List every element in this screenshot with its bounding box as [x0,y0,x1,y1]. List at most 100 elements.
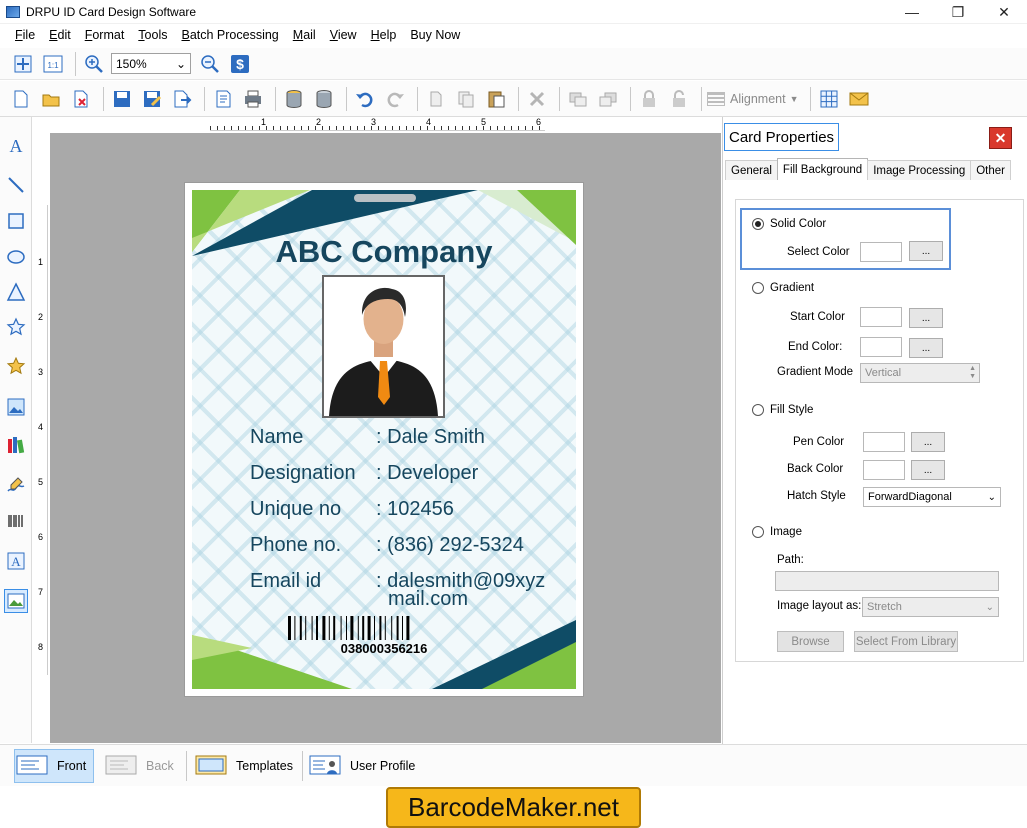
field-row-phone[interactable]: Phone no.: (836) 292-5324 [250,534,524,557]
redo-button[interactable] [382,86,408,112]
barcode-icon [8,515,23,527]
ellipse-tool[interactable] [4,245,28,269]
back-color-swatch[interactable] [863,460,905,480]
barcode-tool[interactable] [4,509,28,533]
company-name[interactable]: ABC Company [192,234,576,270]
print-preview-button[interactable] [210,86,236,112]
field-row-name[interactable]: Name: Dale Smith [250,426,485,449]
image-tool[interactable] [4,395,28,419]
tab-other[interactable]: Other [970,160,1011,180]
database-settings-button[interactable] [311,86,337,112]
barcode-bar [402,616,403,640]
watermark-tool[interactable]: A [4,549,28,573]
email-button[interactable] [846,86,872,112]
select-color-button[interactable]: ... [909,241,943,261]
bring-front-button[interactable] [565,86,591,112]
save-as-button[interactable] [139,86,165,112]
tab-fill-background[interactable]: Fill Background [776,158,869,180]
library-tool[interactable] [4,433,28,457]
zoom-select[interactable]: 150% ⌄ [111,53,191,74]
pen-color-swatch[interactable] [863,432,905,452]
menu-edit[interactable]: Edit [42,28,78,42]
database-button[interactable] [281,86,307,112]
minimize-icon[interactable]: — [889,0,935,24]
field-row-designation[interactable]: Designation: Developer [250,462,478,485]
actual-size-button[interactable]: 1:1 [40,51,66,77]
signature-tool[interactable] [4,473,28,497]
delete-button[interactable] [524,86,550,112]
toolbar-separator [809,86,811,111]
fill-style-radio[interactable] [752,404,764,416]
zoom-out-button[interactable] [197,51,223,77]
triangle-tool[interactable] [4,280,28,304]
restore-icon[interactable]: ❐ [935,0,981,24]
star-tool[interactable] [4,315,28,339]
text-tool[interactable]: A [4,133,28,157]
zoom-in-button[interactable] [81,51,107,77]
buy-button[interactable]: $ [227,51,253,77]
panel-close-button[interactable]: ✕ [989,127,1012,149]
tab-image-processing[interactable]: Image Processing [867,160,972,180]
rectangle-tool[interactable] [4,209,28,233]
select-from-library-button[interactable]: Select From Library [854,631,958,652]
undo-button[interactable] [352,86,378,112]
path-input[interactable] [775,571,999,591]
lock-button[interactable] [636,86,662,112]
print-button[interactable] [240,86,266,112]
paste-button[interactable] [483,86,509,112]
person-avatar-icon [324,277,443,416]
fit-page-button[interactable] [10,51,36,77]
menu-mail[interactable]: Mail [286,28,323,42]
symbol-tool[interactable] [4,355,28,379]
close-file-button[interactable] [68,86,94,112]
employee-photo[interactable] [322,275,445,418]
send-back-button[interactable] [595,86,621,112]
gradient-mode-select[interactable]: Vertical ▲ ▼ [860,363,980,383]
export-button[interactable] [169,86,195,112]
unlock-button[interactable] [666,86,692,112]
ruler-mark: 6 [38,532,44,542]
tab-general[interactable]: General [725,160,778,180]
templates-button[interactable]: Templates [194,749,298,783]
hatch-style-select[interactable]: ForwardDiagonal ⌄ [863,487,1001,507]
end-color-swatch[interactable] [860,337,902,357]
menu-batch-processing[interactable]: Batch Processing [174,28,285,42]
select-color-swatch[interactable] [860,242,902,262]
card-barcode[interactable] [288,616,480,642]
ruler-mark: 3 [371,117,377,127]
back-color-button[interactable]: ... [911,460,945,480]
ruler-mark: 6 [536,117,542,127]
image-layout-select[interactable]: Stretch ⌄ [862,597,999,617]
line-tool[interactable] [4,173,28,197]
grid-button[interactable] [816,86,842,112]
open-button[interactable] [38,86,64,112]
start-color-swatch[interactable] [860,307,902,327]
user-profile-button[interactable]: User Profile [308,749,420,783]
menu-file[interactable]: File [8,28,42,42]
end-color-button[interactable]: ... [909,338,943,358]
field-row-unique-no[interactable]: Unique no: 102456 [250,498,454,521]
background-tool[interactable] [4,589,28,613]
close-icon[interactable]: ✕ [981,0,1027,24]
menu-help[interactable]: Help [364,28,404,42]
front-view-button[interactable]: Front [14,749,94,783]
back-view-button[interactable]: Back [104,749,178,783]
start-color-button[interactable]: ... [909,308,943,328]
pen-color-button[interactable]: ... [911,432,945,452]
gradient-radio[interactable] [752,282,764,294]
menu-buy-now[interactable]: Buy Now [403,28,467,42]
back-label: Back [146,759,174,773]
image-radio[interactable] [752,526,764,538]
browse-button[interactable]: Browse [777,631,844,652]
new-button[interactable] [8,86,34,112]
copy-button[interactable] [453,86,479,112]
cut-button[interactable] [423,86,449,112]
menu-view[interactable]: View [323,28,364,42]
id-card-front[interactable]: ABC Company Name: Dale Smith Designation… [192,190,576,689]
menu-tools[interactable]: Tools [131,28,174,42]
save-button[interactable] [109,86,135,112]
alignment-dropdown[interactable]: Alignment ▼ [707,91,799,106]
user-profile-label: User Profile [350,759,416,773]
menu-format[interactable]: Format [78,28,132,42]
solid-color-radio[interactable] [752,218,764,230]
